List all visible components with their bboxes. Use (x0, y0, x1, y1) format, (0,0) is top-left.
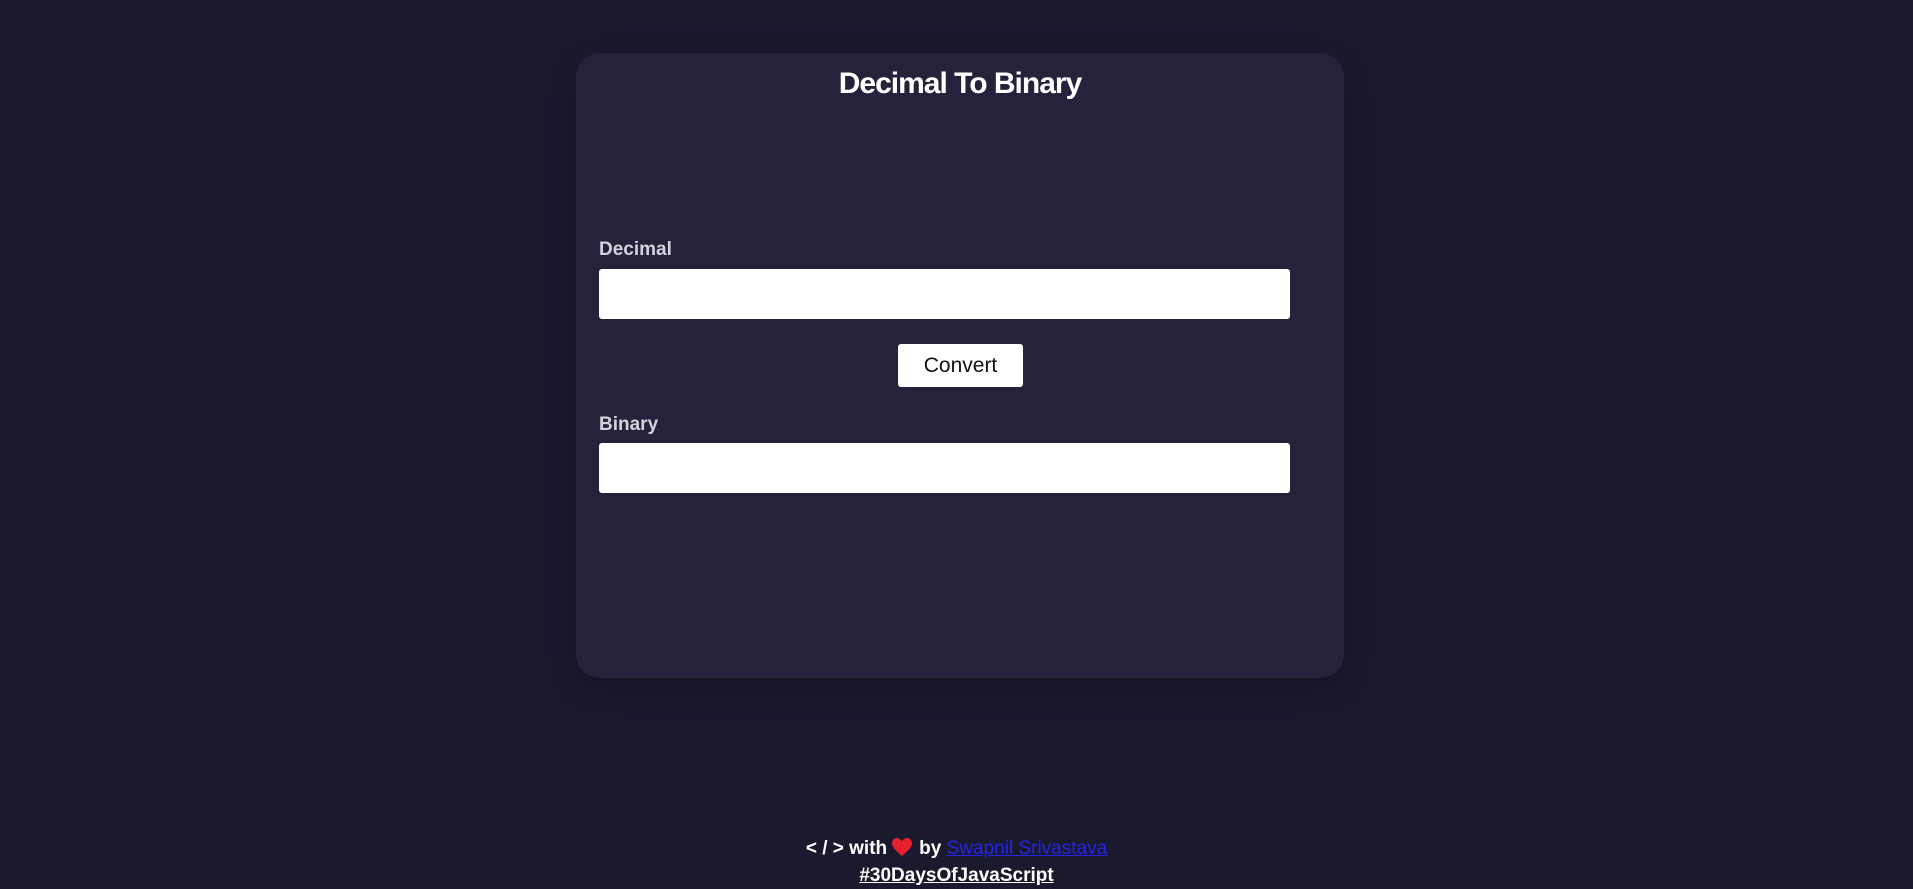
decimal-label: Decimal (599, 239, 672, 260)
page-title: Decimal To Binary (838, 67, 1083, 100)
footer-credit-line: < / > with by Swapnil Srivastava (0, 835, 1913, 862)
binary-label: Binary (599, 414, 659, 435)
convert-button[interactable]: Convert (898, 344, 1023, 387)
heart-icon (891, 837, 913, 857)
footer-by-text: by (919, 838, 942, 859)
author-link[interactable]: Swapnil Srivastava (947, 838, 1108, 859)
decimal-input[interactable] (599, 269, 1290, 319)
footer: < / > with by Swapnil Srivastava #30DaysO… (0, 835, 1913, 889)
binary-output[interactable] (599, 443, 1290, 493)
footer-code-text: < / > with (805, 838, 888, 859)
hashtag-link[interactable]: #30DaysOfJavaScript (0, 862, 1913, 889)
converter-card: Decimal To Binary Decimal Convert Binary (576, 53, 1344, 678)
